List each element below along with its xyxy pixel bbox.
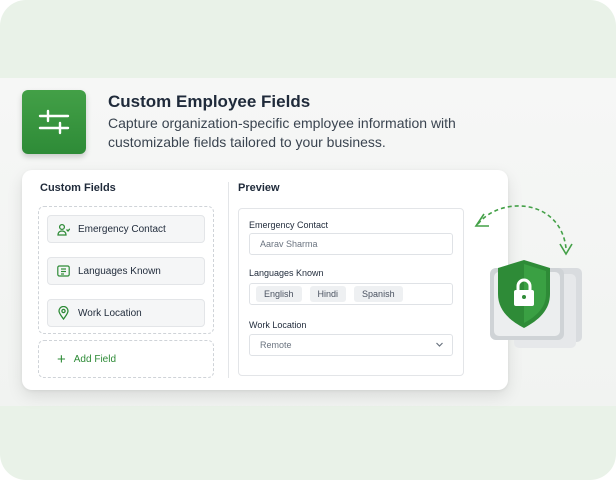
add-field-button[interactable]: + Add Field xyxy=(38,340,214,378)
page-title: Custom Employee Fields xyxy=(108,92,311,111)
field-item-label: Emergency Contact xyxy=(78,223,166,235)
add-field-label: Add Field xyxy=(73,353,117,365)
page-subtitle: Capture organization-specific employee i… xyxy=(108,115,456,150)
plus-icon: + xyxy=(57,350,66,368)
language-chip[interactable]: English xyxy=(256,286,302,302)
language-chip[interactable]: Spanish xyxy=(354,286,403,302)
preview-heading: Preview xyxy=(238,182,280,194)
field-item-label: Work Location xyxy=(78,307,142,319)
work-location-select[interactable]: Remote xyxy=(249,334,453,356)
field-item-languages-known[interactable]: Languages Known xyxy=(47,257,205,285)
location-pin-icon xyxy=(56,306,70,320)
custom-fields-heading: Custom Fields xyxy=(40,182,116,194)
emergency-contact-input[interactable]: Aarav Sharma xyxy=(249,233,453,255)
chevron-down-icon xyxy=(435,340,444,351)
column-divider xyxy=(228,182,229,378)
security-shield-illustration xyxy=(484,238,594,358)
language-chip[interactable]: Hindi xyxy=(309,286,347,302)
sliders-icon xyxy=(22,90,86,154)
field-item-label: Languages Known xyxy=(78,265,161,277)
contact-icon xyxy=(56,222,70,236)
preview-label-work-location: Work Location xyxy=(249,320,307,330)
preview-label-emergency-contact: Emergency Contact xyxy=(249,220,329,230)
field-item-work-location[interactable]: Work Location xyxy=(47,299,205,327)
field-item-emergency-contact[interactable]: Emergency Contact xyxy=(47,215,205,243)
language-icon xyxy=(56,264,70,278)
languages-known-input[interactable]: English Hindi Spanish xyxy=(249,283,453,305)
preview-panel: Emergency Contact Aarav Sharma Languages… xyxy=(238,208,464,376)
work-location-value: Remote xyxy=(260,340,292,350)
fields-card: Custom Fields Emergency Contact Language… xyxy=(22,170,508,390)
custom-fields-list: Emergency Contact Languages Known Work L… xyxy=(38,206,214,334)
emergency-contact-value: Aarav Sharma xyxy=(260,239,318,249)
preview-label-languages-known: Languages Known xyxy=(249,268,324,278)
